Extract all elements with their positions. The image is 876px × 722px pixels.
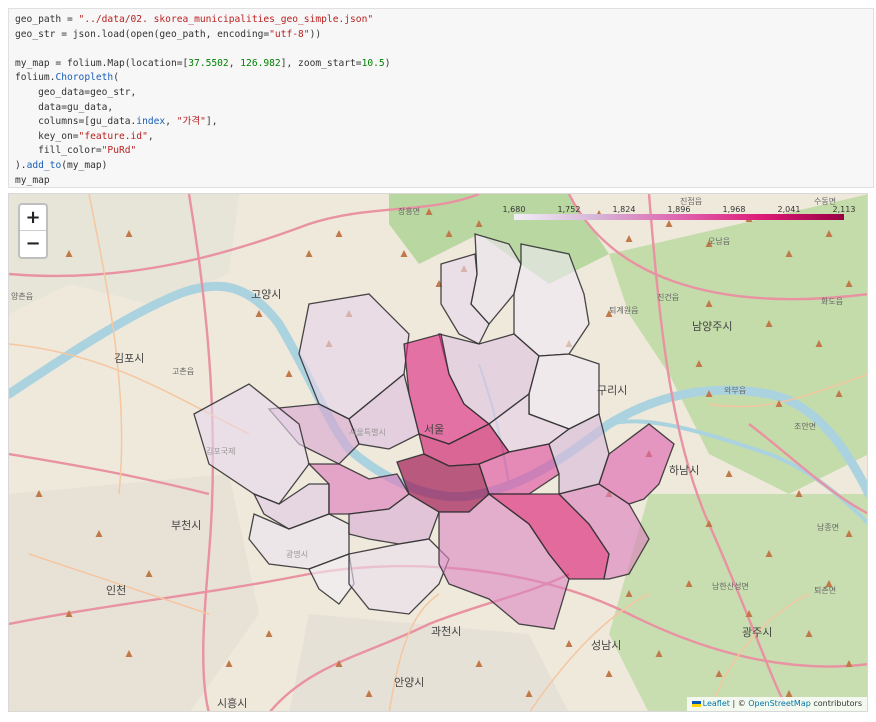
code-token: , <box>228 57 241 69</box>
place-label: 안양시 <box>394 676 424 689</box>
code-token: ], <box>205 116 218 128</box>
code-token: 37.5502 <box>188 57 229 69</box>
legend-tick-label: 1,968 <box>722 205 746 214</box>
legend-color-bar <box>514 214 844 220</box>
code-token: "feature.id" <box>78 130 148 142</box>
code-line: ).add_to(my_map) <box>15 159 867 174</box>
code-line: fill_color="PuRd" <box>15 144 867 159</box>
place-label: 남종면 <box>817 522 839 532</box>
map-view[interactable]: 고양시김포시부천시인천 구리시 남양주시하남시과천시성남시 광주시안양시시흥시 서울광명… <box>8 193 868 712</box>
place-label: 부천시 <box>171 518 201 532</box>
place-label: 와부읍 <box>724 385 746 395</box>
place-label: 구리시 <box>597 384 627 397</box>
code-token: "utf-8" <box>269 28 310 40</box>
code-token: ( <box>113 72 119 84</box>
legend-tick-label: 1,824 <box>612 205 636 214</box>
place-label: 김포국제 <box>206 446 235 456</box>
attribution-separator: | © <box>729 699 749 708</box>
place-label: 양촌읍 <box>11 292 33 301</box>
code-token: Choropleth <box>55 72 114 84</box>
place-label: 조안면 <box>794 421 816 431</box>
code-token: (my_map) <box>61 159 108 171</box>
map-attribution: Leaflet | © OpenStreetMap contributors <box>686 697 867 711</box>
place-label: 서울 <box>424 423 444 436</box>
code-token: geo_data=geo_str, <box>15 86 137 98</box>
code-token: )) <box>309 28 322 40</box>
code-token: , <box>147 130 154 142</box>
code-token: key_on= <box>15 130 79 142</box>
code-line: geo_data=geo_str, <box>15 86 867 101</box>
code-token: "../data/02. skorea_municipalities_geo_s… <box>78 14 374 25</box>
code-token: data=gu_data, <box>15 101 114 113</box>
place-label: 남한산성면 <box>712 581 749 591</box>
color-legend: 1,680 1,752 1,824 1,896 1,968 2,041 2,113 <box>503 197 855 227</box>
place-label: 장흥면 <box>398 206 420 216</box>
map-canvas[interactable]: 고양시김포시부천시인천 구리시 남양주시하남시과천시성남시 광주시안양시시흥시 서울광명… <box>9 194 868 712</box>
legend-tick-label: 2,041 <box>777 205 801 214</box>
code-token: "가격" <box>176 116 206 128</box>
place-label: 광명시 <box>286 549 308 559</box>
place-label: 시흥시 <box>217 696 247 710</box>
code-line: geo_str = json.load(open(geo_path, encod… <box>15 28 867 43</box>
place-label: 고양시 <box>251 288 281 301</box>
code-token: geo_path = <box>15 14 79 25</box>
code-line: geo_path = "../data/02. skorea_municipal… <box>15 13 867 28</box>
ukraine-flag-icon <box>691 701 701 707</box>
legend-tick-label: 1,752 <box>557 205 581 214</box>
place-label: 하남시 <box>669 463 699 477</box>
code-line: data=gu_data, <box>15 101 867 116</box>
code-token: geo_str = json.load(open(geo_path, encod… <box>15 28 270 40</box>
code-line: key_on="feature.id", <box>15 130 867 145</box>
place-label: 퇴계원읍 <box>609 305 638 315</box>
osm-link[interactable]: OpenStreetMap <box>748 699 811 708</box>
code-token: , <box>165 116 177 128</box>
code-cell[interactable]: geo_path = "../data/02. skorea_municipal… <box>8 8 874 188</box>
place-label: 화도읍 <box>821 297 843 306</box>
code-token: add_to <box>26 159 62 171</box>
zoom-control: + − <box>18 203 48 259</box>
place-label: 오남읍 <box>708 237 730 246</box>
legend-tick-label: 1,896 <box>667 205 691 214</box>
attribution-suffix: contributors <box>810 699 862 708</box>
place-label: 남양주시 <box>692 320 732 333</box>
code-token: my_map <box>15 174 50 186</box>
code-token: columns=[gu_data. <box>15 116 137 128</box>
place-label: 인천 <box>106 583 126 597</box>
code-token: my_map = folium.Map(location=[ <box>15 57 189 69</box>
zoom-out-button[interactable]: − <box>20 231 46 257</box>
code-token: fill_color= <box>15 145 102 157</box>
code-token: folium. <box>15 72 56 84</box>
code-token: ) <box>384 57 391 69</box>
legend-tick-label: 1,680 <box>502 205 526 214</box>
code-token: 10.5 <box>361 57 385 69</box>
code-token: 126.982 <box>240 57 281 69</box>
place-label: 진건읍 <box>657 292 679 302</box>
code-line: folium.Choropleth( <box>15 71 867 86</box>
place-label: 과천시 <box>431 624 461 638</box>
place-label: 성남시 <box>591 639 621 652</box>
code-token: ], zoom_start= <box>280 57 362 69</box>
place-label: 고촌읍 <box>172 367 194 376</box>
code-line: columns=[gu_data.index, "가격"], <box>15 115 867 130</box>
code-token: ). <box>15 159 27 171</box>
legend-tick-label: 2,113 <box>832 205 856 214</box>
code-token: "PuRd" <box>101 145 137 157</box>
place-label: 김포시 <box>114 352 144 365</box>
place-label: 광주시 <box>742 626 772 639</box>
zoom-in-button[interactable]: + <box>20 205 46 231</box>
leaflet-link[interactable]: Leaflet <box>703 699 730 708</box>
place-label: 서울특별시 <box>349 427 386 437</box>
place-label: 퇴촌면 <box>814 585 836 595</box>
code-line: my_map = folium.Map(location=[37.5502, 1… <box>15 57 867 72</box>
code-line: my_map <box>15 174 867 189</box>
code-token: index <box>136 116 166 128</box>
